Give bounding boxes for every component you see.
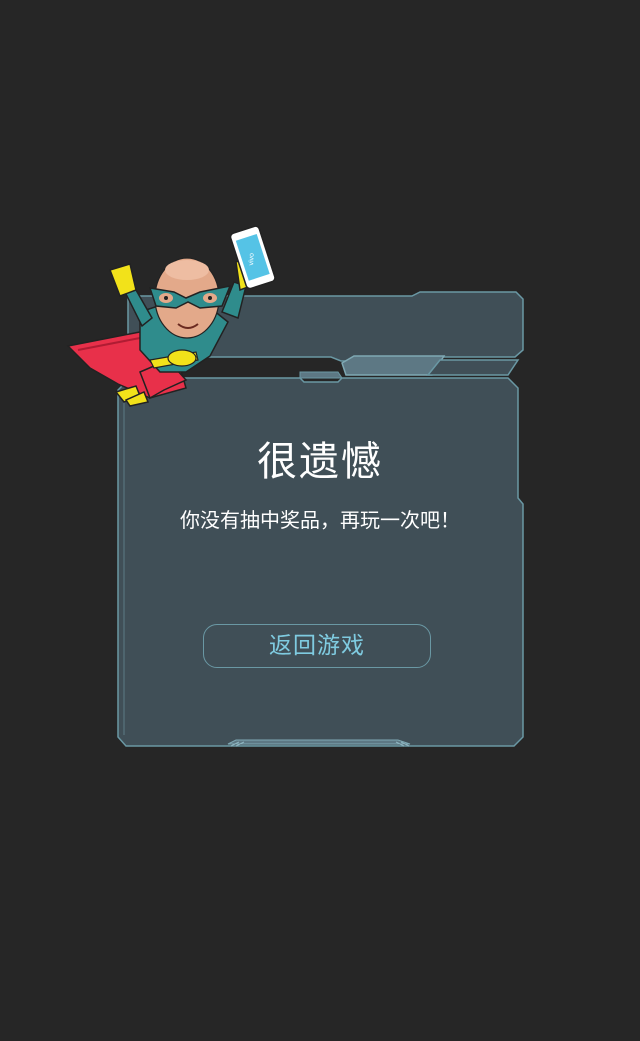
back-to-game-button[interactable]: 返回游戏 (203, 624, 431, 668)
left-arm (122, 289, 153, 328)
fist-icon (109, 263, 137, 297)
screen: vivo 很遗憾 你没有抽中奖品，再玩一次吧！ 返回游戏 (0, 0, 640, 1041)
chest-emblem (167, 349, 197, 367)
dialog-title: 很遗憾 (257, 439, 383, 485)
phone-brand-label: vivo (248, 253, 255, 266)
dialog-message: 你没有抽中奖品，再玩一次吧！ (180, 508, 460, 532)
phone-icon: vivo (229, 225, 276, 290)
